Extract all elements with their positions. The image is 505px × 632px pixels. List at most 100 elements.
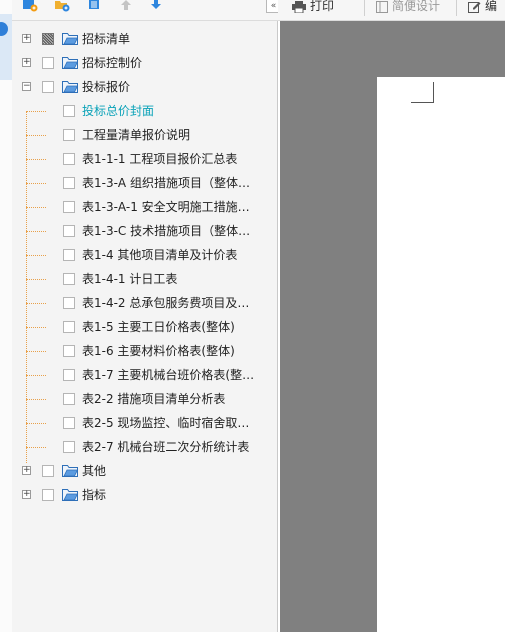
tree-guide-branch <box>26 183 46 184</box>
print-button[interactable]: 打印 <box>292 0 334 14</box>
tree-report-label-selected: 投标总价封面 <box>82 104 155 118</box>
tree-report-row[interactable]: 表2-7 机械台班二次分析统计表 <box>12 435 277 459</box>
tree-checkbox[interactable] <box>63 249 75 261</box>
tree-folder-row[interactable]: − 投标报价 <box>12 75 277 99</box>
delete-icon[interactable] <box>86 0 102 12</box>
move-up-icon[interactable] <box>118 0 134 12</box>
tree-report-row[interactable]: 表1-3-A-1 安全文明施工措施… <box>12 195 277 219</box>
tree-guide-branch <box>26 423 46 424</box>
tree-report-label: 表1-3-A-1 安全文明施工措施… <box>82 200 250 214</box>
folder-icon <box>62 33 78 45</box>
tree-report-row[interactable]: 表1-4-1 计日工表 <box>12 267 277 291</box>
tree-report-label: 表2-5 现场监控、临时宿舍取… <box>82 416 250 430</box>
tree-checkbox[interactable] <box>63 417 75 429</box>
edit-button[interactable]: 编 <box>468 0 497 14</box>
tree-checkbox[interactable] <box>63 129 75 141</box>
tree-folder-row[interactable]: + 招标清单 <box>12 27 277 51</box>
tree-report-label: 表1-6 主要材料价格表(整体) <box>82 344 235 358</box>
folder-icon <box>62 489 78 501</box>
tree-report-row[interactable]: 表1-3-C 技术措施项目（整体… <box>12 219 277 243</box>
tree-folder-row[interactable]: + 其他 <box>12 459 277 483</box>
tree-folder-label: 招标清单 <box>82 32 131 46</box>
tree-report-row[interactable]: 投标总价封面 <box>12 99 277 123</box>
tree-checkbox[interactable] <box>63 153 75 165</box>
tree-checkbox[interactable] <box>63 297 75 309</box>
simple-design-button[interactable]: 简便设计 <box>376 0 440 14</box>
tree-folder-label: 指标 <box>82 488 107 502</box>
tree-report-row[interactable]: 表1-4-2 总承包服务费项目及… <box>12 291 277 315</box>
report-preview-area[interactable] <box>280 21 505 632</box>
collapse-icon[interactable]: − <box>22 82 31 91</box>
tree-report-label: 表1-4-2 总承包服务费项目及… <box>82 296 250 310</box>
expand-icon[interactable]: + <box>22 466 31 475</box>
tree-guide-branch <box>26 327 46 328</box>
tree-folder-label: 招标控制价 <box>82 56 143 70</box>
tree-guide-branch <box>26 303 46 304</box>
tree-guide-branch <box>26 135 46 136</box>
folder-icon <box>62 57 78 69</box>
move-down-icon[interactable] <box>148 0 164 12</box>
tree-checkbox[interactable] <box>42 489 54 501</box>
tree-checkbox[interactable] <box>63 321 75 333</box>
expand-icon[interactable]: + <box>22 490 31 499</box>
folder-icon <box>62 81 78 93</box>
tree-checkbox[interactable] <box>42 81 54 93</box>
tree-report-label: 表1-7 主要机械台班价格表(整… <box>82 368 255 382</box>
tree-report-label: 表1-3-A 组织措施项目（整体… <box>82 176 250 190</box>
folder-icon <box>62 465 78 477</box>
tree-checkbox[interactable] <box>63 441 75 453</box>
tree-report-row[interactable]: 表1-1-1 工程项目报价汇总表 <box>12 147 277 171</box>
toolbar-divider <box>456 0 457 16</box>
tree-report-row[interactable]: 表1-7 主要机械台班价格表(整… <box>12 363 277 387</box>
edit-label: 编 <box>485 0 498 13</box>
tree-report-label: 表1-1-1 工程项目报价汇总表 <box>82 152 238 166</box>
tree-checkbox[interactable] <box>63 369 75 381</box>
print-label: 打印 <box>310 0 335 13</box>
tree-report-label: 表1-5 主要工日价格表(整体) <box>82 320 235 334</box>
tree-report-label: 表2-2 措施项目清单分析表 <box>82 392 226 406</box>
tree-checkbox[interactable] <box>63 225 75 237</box>
tree-report-label: 表1-4 其他项目清单及计价表 <box>82 248 238 262</box>
tree-report-row[interactable]: 表2-2 措施项目清单分析表 <box>12 387 277 411</box>
tree-report-row[interactable]: 表1-6 主要材料价格表(整体) <box>12 339 277 363</box>
tree-guide-branch <box>26 159 46 160</box>
tree-folder-label: 其他 <box>82 464 107 478</box>
preview-toolbar: 打印 简便设计 编 <box>278 0 505 21</box>
tree-guide-branch <box>26 111 46 112</box>
tree-checkbox[interactable] <box>42 33 54 45</box>
tree-guide-branch <box>26 279 46 280</box>
page-corner-mark <box>411 82 434 103</box>
add-folder-icon[interactable] <box>54 0 70 12</box>
printer-icon <box>292 0 306 13</box>
tree-toolbar: « <box>12 0 281 21</box>
tree-guide-branch <box>26 207 46 208</box>
add-report-icon[interactable] <box>22 0 38 12</box>
tree-guide-branch <box>26 447 46 448</box>
tree-checkbox[interactable] <box>63 105 75 117</box>
tree-report-label: 表1-4-1 计日工表 <box>82 272 178 286</box>
tree-folder-row[interactable]: + 指标 <box>12 483 277 507</box>
tree-guide-branch <box>26 399 46 400</box>
tree-folder-row[interactable]: + 招标控制价 <box>12 51 277 75</box>
tree-guide-branch <box>26 255 46 256</box>
tree-report-row[interactable]: 表1-4 其他项目清单及计价表 <box>12 243 277 267</box>
tree-report-row[interactable]: 表1-5 主要工日价格表(整体) <box>12 315 277 339</box>
tree-checkbox[interactable] <box>63 345 75 357</box>
tree-report-row[interactable]: 表2-5 现场监控、临时宿舍取… <box>12 411 277 435</box>
simple-design-label: 简便设计 <box>392 0 441 13</box>
tree-checkbox[interactable] <box>63 393 75 405</box>
tree-guide-branch <box>26 231 46 232</box>
layout-icon <box>376 0 388 13</box>
tree-guide-branch <box>26 351 46 352</box>
tree-checkbox[interactable] <box>42 465 54 477</box>
tree-report-row[interactable]: 工程量清单报价说明 <box>12 123 277 147</box>
tree-report-label: 表1-3-C 技术措施项目（整体… <box>82 224 251 238</box>
tree-report-row[interactable]: 表1-3-A 组织措施项目（整体… <box>12 171 277 195</box>
edit-icon <box>468 1 481 13</box>
tree-checkbox[interactable] <box>63 177 75 189</box>
tree-checkbox[interactable] <box>63 273 75 285</box>
expand-icon[interactable]: + <box>22 34 31 43</box>
tree-checkbox[interactable] <box>42 57 54 69</box>
tree-checkbox[interactable] <box>63 201 75 213</box>
expand-icon[interactable]: + <box>22 58 31 67</box>
